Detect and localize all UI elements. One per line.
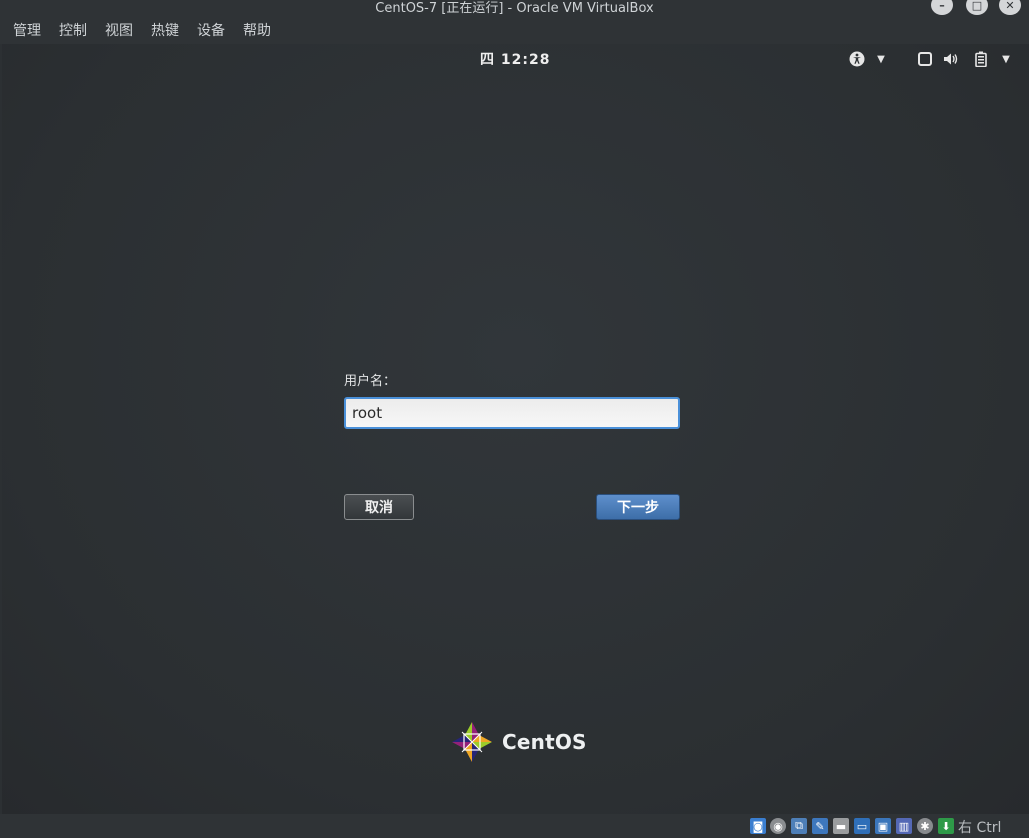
title-bar: CentOS-7 [正在运行] - Oracle VM VirtualBox –… (0, 0, 1029, 16)
status-bar: ◙ ◉ ⧉ ✎ ▬ ▭ ▣ ▥ ✱ ⬇ 右 Ctrl (0, 814, 1029, 838)
video-capture-icon[interactable]: ▣ (875, 818, 891, 834)
usb-icon[interactable]: ✎ (812, 818, 828, 834)
chevron-down-icon[interactable]: ▼ (997, 50, 1015, 68)
username-label: 用户名： (344, 374, 397, 389)
centos-brand: CentOS (450, 720, 587, 764)
menu-manage[interactable]: 管理 (13, 18, 41, 42)
brand-text: CentOS (502, 730, 587, 754)
optical-drive-icon[interactable]: ◉ (770, 818, 786, 834)
chevron-down-icon[interactable]: ▼ (872, 50, 890, 68)
virtualbox-window: CentOS-7 [正在运行] - Oracle VM VirtualBox –… (0, 0, 1029, 838)
clock[interactable]: 四 12:28 (480, 49, 550, 69)
shared-folders-icon[interactable]: ▬ (833, 818, 849, 834)
accessibility-icon[interactable] (848, 50, 866, 68)
close-icon: ✕ (1005, 0, 1015, 12)
menu-help[interactable]: 帮助 (243, 18, 271, 42)
menu-bar: 管理 控制 视图 热键 设备 帮助 (0, 16, 1029, 44)
mouse-integration-icon[interactable]: ✱ (917, 818, 933, 834)
window-title: CentOS-7 [正在运行] - Oracle VM VirtualBox (375, 1, 654, 16)
volume-icon[interactable] (942, 50, 960, 68)
gnome-top-bar: 四 12:28 ▼ ▼ (2, 44, 1029, 72)
maximize-icon: □ (971, 0, 983, 12)
host-key-label: 右 Ctrl (958, 820, 1002, 836)
menu-view[interactable]: 视图 (105, 18, 133, 42)
guest-screen[interactable]: 四 12:28 ▼ ▼ 用户名： root 取消 下一步 CentOS (2, 44, 1029, 814)
cpu-icon[interactable]: ▥ (896, 818, 912, 834)
battery-icon[interactable] (972, 50, 990, 68)
centos-logo-icon (452, 722, 492, 762)
hard-disk-icon[interactable]: ◙ (750, 818, 766, 834)
keyboard-icon[interactable]: ⬇ (938, 818, 954, 834)
username-input[interactable] (344, 397, 680, 429)
network-icon[interactable]: ⧉ (791, 818, 807, 834)
login-form: 用户名： 取消 下一步 (344, 370, 684, 520)
next-button[interactable]: 下一步 (596, 494, 680, 520)
screen-icon[interactable] (916, 50, 934, 68)
display-icon[interactable]: ▭ (854, 818, 870, 834)
minimize-icon: – (939, 0, 945, 12)
menu-devices[interactable]: 设备 (197, 18, 225, 42)
cancel-button[interactable]: 取消 (344, 494, 414, 520)
menu-control[interactable]: 控制 (59, 18, 87, 42)
menu-hotkeys[interactable]: 热键 (151, 18, 179, 42)
